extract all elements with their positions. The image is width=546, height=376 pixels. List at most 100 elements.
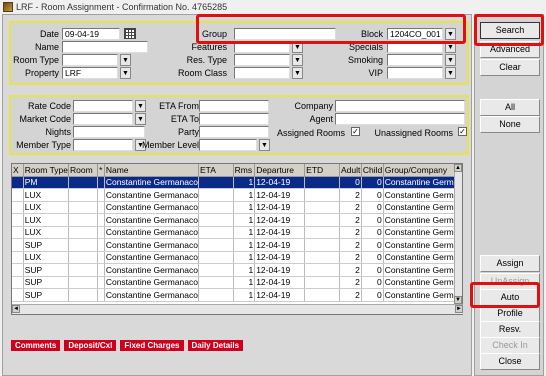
table-cell — [68, 176, 99, 189]
member-type-field[interactable] — [73, 139, 133, 151]
eta-to-field[interactable] — [199, 113, 269, 125]
table-cell — [12, 276, 24, 289]
room-class-label: Room Class — [177, 68, 227, 78]
specials-dropdown-icon[interactable]: ▼ — [445, 41, 456, 53]
tab-daily-details[interactable]: Daily Details — [187, 340, 244, 351]
res-type-field[interactable] — [234, 54, 290, 66]
property-field[interactable]: LRF — [62, 67, 118, 79]
column-header[interactable]: Group/Company — [383, 164, 455, 177]
tab-fixed-charges[interactable]: Fixed Charges — [120, 340, 184, 351]
company-field[interactable] — [335, 100, 465, 112]
smoking-field[interactable] — [387, 54, 443, 66]
member-level-dropdown-icon[interactable]: ▼ — [259, 139, 270, 151]
smoking-dropdown-icon[interactable]: ▼ — [445, 54, 456, 66]
date-label: Date — [39, 29, 59, 39]
agent-field[interactable] — [335, 113, 465, 125]
select-none-button[interactable]: None — [480, 116, 540, 133]
table-cell: 2 — [339, 288, 362, 302]
res-type-dropdown-icon[interactable]: ▼ — [292, 54, 303, 66]
close-button[interactable]: Close — [480, 353, 540, 370]
room-class-field[interactable] — [234, 67, 290, 79]
rate-code-dropdown-icon[interactable]: ▼ — [135, 100, 146, 112]
party-field[interactable] — [199, 126, 269, 138]
table-cell — [198, 251, 234, 264]
column-header[interactable]: ETA — [198, 164, 234, 177]
vip-field[interactable] — [387, 67, 443, 79]
table-row[interactable]: SUP Constantine Germanaco 1 12-04-19 2 0 Const… — [12, 238, 463, 252]
table-cell: 12-04-19 — [254, 188, 306, 202]
check-in-button[interactable]: Check In — [480, 337, 540, 354]
column-header[interactable]: Child — [361, 164, 384, 177]
unassigned-rooms-checkbox[interactable]: ✓ — [458, 127, 467, 136]
room-type-field[interactable] — [62, 54, 118, 66]
name-field[interactable] — [62, 41, 148, 53]
table-cell: Constantine Germanaco — [104, 251, 199, 264]
table-row[interactable]: LUX Constantine Germanaco 1 12-04-19 2 0 Const… — [12, 251, 463, 264]
market-code-dropdown-icon[interactable]: ▼ — [135, 113, 146, 125]
table-row[interactable]: LUX Constantine Germanaco 1 12-04-19 2 0 Const… — [12, 226, 463, 239]
grid-horizontal-scrollbar[interactable]: ◄ ► — [12, 304, 463, 314]
eta-from-field[interactable] — [199, 100, 269, 112]
calendar-icon[interactable] — [124, 28, 136, 39]
specials-label: Specials — [348, 42, 383, 52]
profile-button[interactable]: Profile — [480, 305, 540, 322]
column-header[interactable]: Room Type — [23, 164, 70, 177]
auto-button[interactable]: Auto — [480, 289, 540, 306]
scroll-up-icon[interactable]: ▲ — [454, 164, 462, 172]
tab-deposit-cxl[interactable]: Deposit/Cxl — [64, 340, 117, 351]
assign-button[interactable]: Assign — [480, 255, 540, 272]
table-cell — [12, 226, 24, 239]
date-field[interactable]: 09-04-19 — [62, 28, 120, 40]
unassign-button[interactable]: UnAssign — [480, 273, 540, 290]
table-row[interactable]: PM Constantine Germanaco 1 12-04-19 0 0 Consta… — [12, 176, 463, 189]
column-header[interactable]: X — [12, 164, 24, 177]
table-row[interactable]: SUP Constantine Germanaco 1 12-04-19 2 0 Const… — [12, 263, 463, 277]
room-class-dropdown-icon[interactable]: ▼ — [292, 67, 303, 79]
column-header[interactable]: Rms — [233, 164, 256, 177]
table-cell — [68, 238, 99, 252]
scroll-right-icon[interactable]: ► — [455, 305, 463, 313]
market-code-field[interactable] — [73, 113, 133, 125]
column-header[interactable]: ETD — [304, 164, 340, 177]
table-row[interactable]: SUP Constantine Germanaco 1 12-04-19 2 0 Const… — [12, 276, 463, 289]
resv-button[interactable]: Resv. — [480, 321, 540, 338]
search-button[interactable]: Search — [480, 22, 540, 39]
table-row[interactable]: LUX Constantine Germanaco 1 12-04-19 2 0 Const… — [12, 201, 463, 214]
select-all-button[interactable]: All — [480, 99, 540, 116]
table-cell — [198, 176, 234, 189]
group-field[interactable] — [234, 28, 336, 40]
column-header[interactable]: Room — [68, 164, 99, 177]
table-cell: Constantine Germ — [383, 226, 455, 239]
table-row[interactable]: LUX Constantine Germanaco 1 12-04-19 2 0 Const… — [12, 188, 463, 202]
column-header[interactable]: Adult — [339, 164, 362, 177]
table-cell: Constantine Germ — [383, 238, 455, 252]
table-row[interactable]: LUX Constantine Germanaco 1 12-04-19 2 0 Const… — [12, 213, 463, 227]
reservations-grid[interactable]: X Room Type Room * Name ETA Rms Departure ETD Adu… — [11, 163, 463, 315]
scroll-down-icon[interactable]: ▼ — [454, 296, 462, 304]
scroll-left-icon[interactable]: ◄ — [12, 305, 20, 313]
column-header[interactable]: * — [97, 164, 105, 177]
rate-code-field[interactable] — [73, 100, 133, 112]
block-field[interactable]: 1204CO_001 — [387, 28, 443, 40]
property-dropdown-icon[interactable]: ▼ — [120, 67, 131, 79]
grid-vertical-scrollbar[interactable]: ▲ ▼ — [454, 164, 462, 304]
assigned-rooms-checkbox[interactable]: ✓ — [351, 127, 360, 136]
block-dropdown-icon[interactable]: ▼ — [445, 28, 456, 40]
vip-dropdown-icon[interactable]: ▼ — [445, 67, 456, 79]
clear-button[interactable]: Clear — [480, 59, 540, 76]
column-header[interactable]: Departure — [254, 164, 306, 177]
features-field[interactable] — [234, 41, 290, 53]
reservations-table: X Room Type Room * Name ETA Rms Departure ETD Adu… — [12, 164, 463, 302]
column-header[interactable]: Name — [104, 164, 199, 177]
table-cell — [68, 226, 99, 239]
advanced-button[interactable]: Advanced — [480, 41, 540, 58]
table-cell: Constantine Germ — [383, 263, 455, 277]
nights-field[interactable] — [73, 126, 145, 138]
table-cell — [304, 251, 340, 264]
tab-comments[interactable]: Comments — [11, 340, 61, 351]
specials-field[interactable] — [387, 41, 443, 53]
features-dropdown-icon[interactable]: ▼ — [292, 41, 303, 53]
table-row[interactable]: SUP Constantine Germanaco 1 12-04-19 2 0 Const… — [12, 288, 463, 302]
room-type-dropdown-icon[interactable]: ▼ — [120, 54, 131, 66]
member-level-field[interactable] — [199, 139, 257, 151]
